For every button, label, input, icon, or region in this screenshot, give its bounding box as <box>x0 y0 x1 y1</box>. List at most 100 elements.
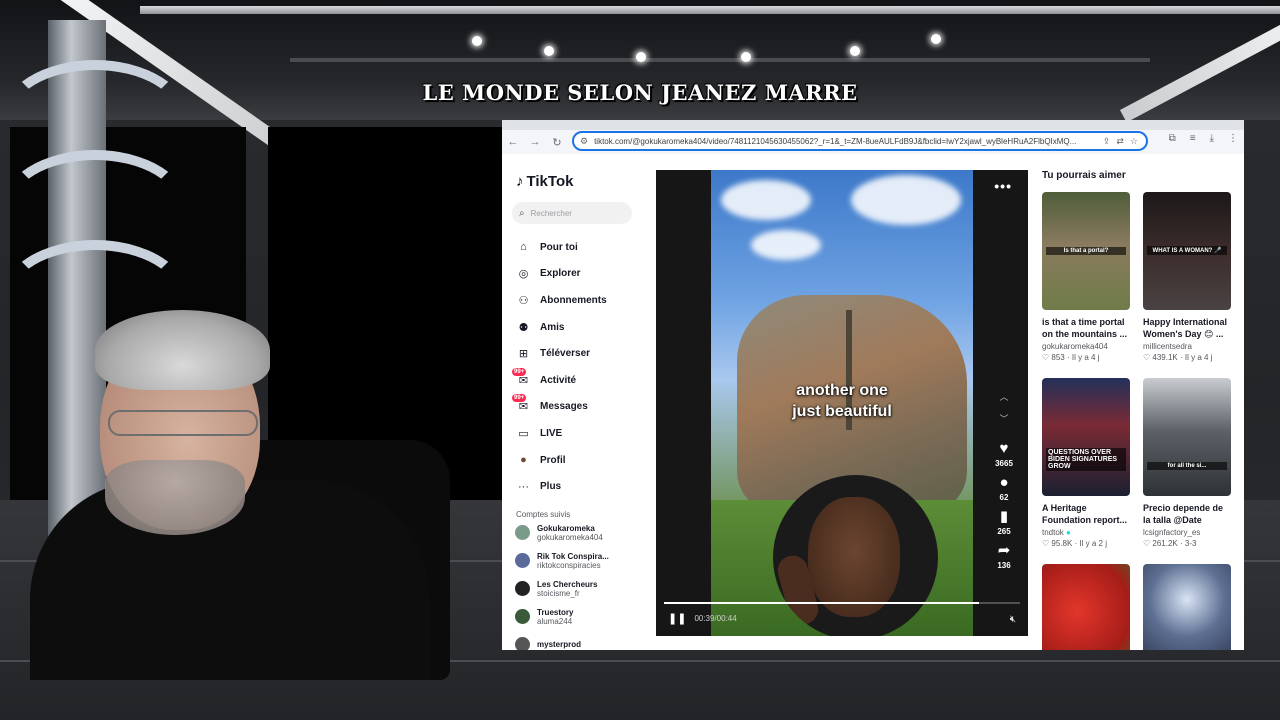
author-name: tndtok <box>1042 528 1064 537</box>
comment-button[interactable]: ● 62 <box>999 475 1008 503</box>
followed-account[interactable]: Gokukaromeka gokukaromeka404 <box>512 519 642 547</box>
notification-badge: 99+ <box>512 367 527 376</box>
bookmark-star-icon[interactable]: ☆ <box>1130 136 1138 147</box>
messages-icon: ✉ 99+ <box>512 394 531 414</box>
sidebar-item-abonnements[interactable]: ⚇ Abonnements <box>512 287 642 314</box>
sidebar-item-label: Profil <box>540 454 566 466</box>
browser-toolbar: ← → ↻ ⚙ tiktok.com/@gokukaromeka404/vide… <box>502 130 1244 154</box>
spotlight <box>636 52 646 62</box>
extensions-icon[interactable]: ⧉ <box>1169 133 1176 144</box>
playback-controls: ❚❚ 00:39/00:44 <box>668 612 737 625</box>
following-section-title: Comptes suivis <box>516 509 571 519</box>
video-title: is that a time portal on the mountains .… <box>1042 317 1127 339</box>
back-icon[interactable]: ← <box>502 131 524 153</box>
reading-list-icon[interactable]: ≡ <box>1190 133 1196 144</box>
sidebar-item-profil[interactable]: ● Profil <box>512 447 642 474</box>
spotlight <box>850 46 860 56</box>
browser-menu-icon[interactable]: ⋮ <box>1228 133 1238 144</box>
logo-text: TikTok <box>526 172 574 190</box>
account-name: Gokukaromeka <box>537 523 595 533</box>
recommended-video[interactable]: for all the si... Precio depende de la t… <box>1143 378 1231 564</box>
search-input[interactable]: ⌕ Rechercher <box>512 202 632 224</box>
share-button[interactable]: ➦ 136 <box>997 543 1010 571</box>
tiktok-sidebar: ♪ TikTok ⌕ Rechercher ⌂ Pour toi ◎ Explo… <box>512 170 642 650</box>
avatar <box>515 553 530 569</box>
account-username: gokukaromeka404 <box>537 532 603 542</box>
sidebar-item-explorer[interactable]: ◎ Explorer <box>512 261 642 288</box>
video-thumbnail[interactable] <box>1143 564 1231 650</box>
forward-icon[interactable]: → <box>524 131 546 153</box>
sidebar-item-activite[interactable]: ✉ 99+ Activité <box>512 367 642 394</box>
followed-account[interactable]: Rik Tok Conspira... riktokconspiracies <box>512 547 642 575</box>
video-thumbnail[interactable]: QUESTIONS OVER BIDEN SIGNATURES GROW <box>1042 378 1130 496</box>
browser-window: ← → ↻ ⚙ tiktok.com/@gokukaromeka404/vide… <box>502 120 1244 650</box>
download-icon[interactable]: ⤓ <box>1210 133 1214 144</box>
save-count: 265 <box>997 527 1011 536</box>
video-thumbnail[interactable] <box>1042 564 1130 650</box>
url-text[interactable]: tiktok.com/@gokukaromeka404/video/748112… <box>594 137 1095 146</box>
translate-icon[interactable]: ⇄ <box>1116 136 1124 147</box>
followed-account[interactable]: Truestory aluma244 <box>512 603 642 631</box>
site-info-icon[interactable]: ⚙ <box>580 136 588 147</box>
pause-icon[interactable]: ❚❚ <box>668 612 686 625</box>
video-thumbnail[interactable]: WHAT IS A WOMAN? 🎤 <box>1143 192 1231 310</box>
sidebar-menu: ⌂ Pour toi ◎ Explorer ⚇ Abonnements ⚉ Am… <box>512 234 642 500</box>
video-thumbnail[interactable]: for all the si... <box>1143 378 1231 496</box>
recommendations-panel: Tu pourrais aimer Is that a portal? is t… <box>1042 170 1242 650</box>
sidebar-item-label: Messages <box>540 401 588 413</box>
recommended-video[interactable]: Is that a portal? is that a time portal … <box>1042 192 1130 378</box>
progress-fill <box>664 602 980 604</box>
previous-video-icon[interactable]: ︿ <box>999 390 1008 412</box>
tiktok-page: ♪ TikTok ⌕ Rechercher ⌂ Pour toi ◎ Explo… <box>502 154 1244 650</box>
reload-icon[interactable]: ↻ <box>546 131 568 153</box>
like-count: 853 <box>1051 353 1065 362</box>
sidebar-item-televerser[interactable]: ⊞ Téléverser <box>512 340 642 367</box>
video-thumbnail[interactable]: Is that a portal? <box>1042 192 1130 310</box>
like-count: 95.8K <box>1051 539 1073 548</box>
heart-icon: ♡ <box>1042 539 1050 548</box>
upload-icon: ⊞ <box>518 348 529 361</box>
sidebar-item-amis[interactable]: ⚉ Amis <box>512 314 642 341</box>
sidebar-item-label: Explorer <box>540 268 581 280</box>
install-icon[interactable]: ⇪ <box>1103 136 1111 147</box>
video-frame[interactable]: another one just beautiful <box>711 170 973 636</box>
bookmark-icon: ▮ <box>999 508 1009 525</box>
avatar <box>515 525 530 541</box>
address-bar[interactable]: ⚙ tiktok.com/@gokukaromeka404/video/7481… <box>572 131 1148 151</box>
video-progress-bar[interactable] <box>664 602 1020 604</box>
show-title: LE MONDE SELON JEANEZ MARRE <box>422 80 858 105</box>
thumbnail-text: for all the si... <box>1147 462 1227 470</box>
recommended-video[interactable]: QUESTIONS OVER BIDEN SIGNATURES GROW A H… <box>1042 378 1130 564</box>
tiktok-logo[interactable]: ♪ TikTok <box>516 170 642 192</box>
recommended-video[interactable] <box>1042 564 1130 650</box>
volume-mute-icon[interactable]: 🔇︎ <box>1010 614 1016 625</box>
sidebar-item-label: Abonnements <box>540 294 607 306</box>
thumbnail-text: WHAT IS A WOMAN? 🎤 <box>1147 246 1227 255</box>
followed-account[interactable]: Les Chercheurs stoicisme_fr <box>512 575 642 603</box>
presenter-glasses <box>108 410 258 436</box>
video-author: millicentsedra <box>1143 342 1192 351</box>
account-username: stoicisme_fr <box>537 588 580 598</box>
friends-icon: ⚉ <box>518 321 529 334</box>
next-video-icon[interactable]: ﹀ <box>999 412 1008 434</box>
recommended-video[interactable]: WHAT IS A WOMAN? 🎤 Happy International W… <box>1143 192 1231 378</box>
video-age: 3-3 <box>1184 539 1197 548</box>
like-button[interactable]: ♥ 3665 <box>995 441 1013 469</box>
sidebar-item-messages[interactable]: ✉ 99+ Messages <box>512 394 642 421</box>
followed-account[interactable]: mysterprod <box>512 631 642 650</box>
more-options-icon[interactable]: ••• <box>994 178 1012 194</box>
sidebar-item-live[interactable]: ▭ LIVE <box>512 420 642 447</box>
video-player[interactable]: another one just beautiful ••• ︿ ﹀ ♥ 366… <box>656 170 1028 636</box>
sidebar-item-plus[interactable]: ··· Plus <box>512 473 642 500</box>
recommended-video[interactable] <box>1143 564 1231 650</box>
playback-time: 00:39/00:44 <box>694 614 737 623</box>
creator-portrait-overlay <box>773 475 938 636</box>
compass-icon: ◎ <box>518 268 529 281</box>
video-title: Precio depende de la talla @Date Right..… <box>1143 503 1224 525</box>
save-button[interactable]: ▮ 265 <box>997 508 1011 537</box>
presenter <box>0 300 480 680</box>
sidebar-item-pour-toi[interactable]: ⌂ Pour toi <box>512 234 642 261</box>
account-name: Les Chercheurs <box>537 579 598 589</box>
spotlight <box>472 36 482 46</box>
caption-line: just beautiful <box>792 403 892 420</box>
